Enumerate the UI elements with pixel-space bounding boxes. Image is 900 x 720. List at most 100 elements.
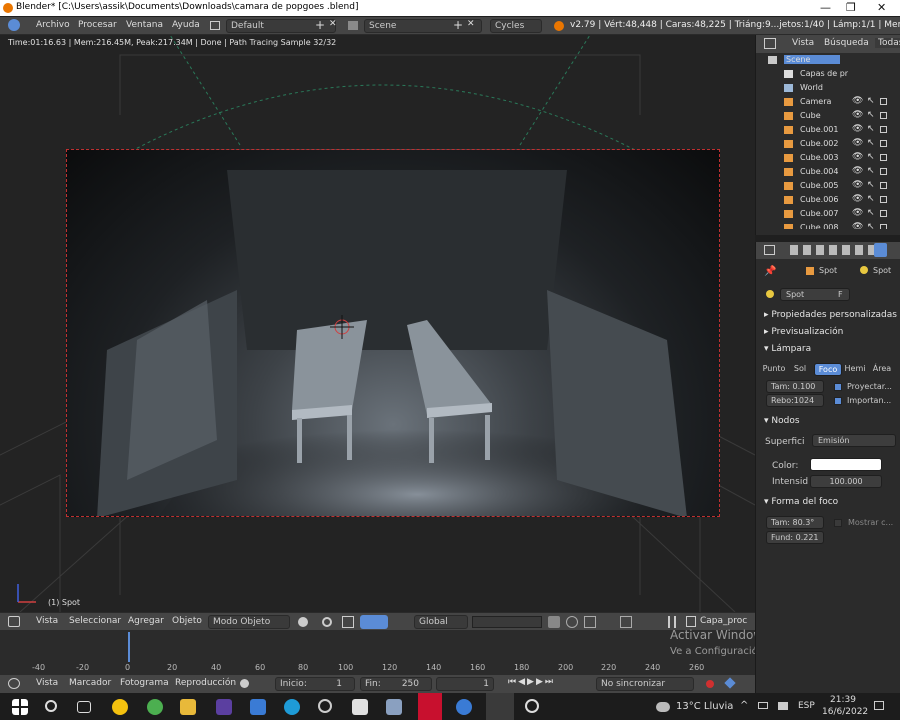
add-screen-button[interactable]: + — [315, 18, 325, 32]
interaction-mode-select[interactable]: Modo Objeto — [208, 615, 290, 629]
menu-agregar[interactable]: Agregar — [128, 616, 164, 626]
render-camera-icon[interactable] — [880, 112, 887, 119]
windows-start-icon[interactable] — [12, 699, 28, 715]
surface-shader-select[interactable]: Emisión — [812, 434, 896, 447]
lamp-data-tab[interactable] — [874, 243, 887, 257]
menu-objeto[interactable]: Objeto — [172, 616, 202, 626]
fake-user-toggle[interactable]: F — [838, 290, 843, 299]
visibility-eye-icon[interactable]: 👁 — [852, 222, 863, 229]
selectability-cursor-icon[interactable]: ↖ — [867, 110, 875, 120]
language-indicator[interactable]: ESP — [798, 701, 815, 711]
selectability-cursor-icon[interactable]: ↖ — [867, 166, 875, 176]
layers-grid[interactable] — [472, 616, 542, 628]
render-camera-icon[interactable] — [880, 98, 887, 105]
info-editor-icon[interactable] — [8, 19, 20, 31]
scene-field[interactable]: Scene — [364, 19, 482, 33]
chrome-icon[interactable] — [112, 699, 128, 715]
menu-procesar[interactable]: Procesar — [78, 20, 117, 30]
notifications-icon[interactable] — [874, 701, 884, 710]
outliner-item[interactable]: Capas de pr — [756, 67, 900, 81]
menu-vista-3d[interactable]: Vista — [36, 616, 58, 626]
menu-ventana[interactable]: Ventana — [126, 20, 163, 30]
selectability-cursor-icon[interactable]: ↖ — [867, 222, 875, 229]
outliner-item[interactable]: Cube.003 👁 ↖ — [756, 151, 900, 165]
selectability-cursor-icon[interactable]: ↖ — [867, 208, 875, 218]
emission-color-swatch[interactable] — [810, 458, 882, 471]
opengl-render-icon[interactable] — [620, 616, 632, 628]
transform-orientation-select[interactable]: Global — [414, 615, 468, 629]
clock-date[interactable]: 16/6/2022 — [822, 707, 868, 717]
timeline-editor-icon[interactable] — [8, 678, 20, 689]
sync-mode-select[interactable]: No sincronizar — [596, 677, 694, 691]
transform-manipulators-toggle[interactable] — [360, 615, 388, 629]
remove-scene-button[interactable]: ✕ — [467, 19, 475, 29]
menu-fotograma[interactable]: Fotograma — [120, 678, 169, 688]
outliner-tab-busqueda[interactable]: Búsqueda — [824, 38, 869, 48]
close-window-button[interactable]: ✕ — [877, 1, 886, 14]
panel-custom-properties[interactable]: ▸ Propiedades personalizadas — [764, 310, 897, 320]
visibility-eye-icon[interactable]: 👁 — [852, 194, 863, 204]
frame-end-field[interactable]: Fin: 250 — [360, 677, 432, 691]
visibility-eye-icon[interactable]: 👁 — [852, 208, 863, 218]
render-camera-icon[interactable] — [880, 182, 887, 189]
weather-text[interactable]: 13°C Lluvia — [676, 701, 733, 712]
outliner-item[interactable]: Cube.005 👁 ↖ — [756, 179, 900, 193]
frame-start-field[interactable]: Inicio: 1 — [275, 677, 355, 691]
panel-nodes[interactable]: ▾ Nodos — [764, 416, 800, 426]
visibility-eye-icon[interactable]: 👁 — [852, 152, 863, 162]
context-tab-icons[interactable] — [790, 245, 880, 255]
outliner-item[interactable]: Scene — [756, 53, 900, 67]
selectability-cursor-icon[interactable]: ↖ — [867, 124, 875, 134]
mail-icon[interactable] — [250, 699, 266, 715]
steam-icon[interactable] — [318, 699, 332, 713]
messenger-icon[interactable] — [456, 699, 472, 715]
viewport-shading-icon[interactable] — [298, 617, 308, 627]
proportional-edit-icon[interactable] — [566, 616, 578, 628]
visibility-eye-icon[interactable]: 👁 — [852, 96, 863, 106]
visibility-eye-icon[interactable]: 👁 — [852, 138, 863, 148]
menu-archivo[interactable]: Archivo — [36, 20, 70, 30]
screen-layout-icon[interactable] — [210, 21, 220, 30]
panel-lamp[interactable]: ▾ Lámpara — [764, 344, 811, 354]
3d-viewport[interactable]: Time:01:16.63 | Mem:216.45M, Peak:217.34… — [0, 35, 755, 612]
menu-vista-timeline[interactable]: Vista — [36, 678, 58, 688]
selectability-cursor-icon[interactable]: ↖ — [867, 194, 875, 204]
keying-set-icon[interactable] — [724, 677, 736, 689]
outliner-display-select[interactable]: Todas — [875, 38, 900, 48]
lamp-type-foco[interactable]: Foco — [814, 363, 842, 376]
maximize-button[interactable]: ❐ — [846, 1, 856, 14]
edge-icon[interactable] — [284, 699, 300, 715]
spot-blend-field[interactable]: Fund: 0.221 — [766, 531, 824, 544]
visibility-eye-icon[interactable]: 👁 — [852, 110, 863, 120]
panel-preview[interactable]: ▸ Previsualización — [764, 327, 843, 337]
network-icon[interactable] — [758, 702, 768, 709]
render-camera-icon[interactable] — [880, 154, 887, 161]
render-camera-icon[interactable] — [880, 126, 887, 133]
render-camera-icon[interactable] — [880, 168, 887, 175]
menu-seleccionar[interactable]: Seleccionar — [69, 616, 121, 626]
lamp-type-punto[interactable]: Punto — [760, 363, 788, 376]
render-camera-icon[interactable] — [880, 210, 887, 217]
editor-type-icon[interactable] — [8, 616, 20, 627]
pause-render-icon[interactable] — [668, 616, 676, 628]
store-icon[interactable] — [352, 699, 368, 715]
outliner-tab-vista[interactable]: Vista — [792, 38, 814, 48]
snap-icon[interactable] — [584, 616, 596, 628]
playback-controls[interactable]: ⏮◀▶▶⏭ — [508, 677, 555, 687]
document-app-icon[interactable] — [386, 699, 402, 715]
menu-ayuda[interactable]: Ayuda — [172, 20, 200, 30]
menu-reproduccion[interactable]: Reproducción — [175, 678, 236, 688]
settings-icon[interactable] — [525, 699, 539, 713]
visibility-eye-icon[interactable]: 👁 — [852, 166, 863, 176]
add-scene-button[interactable]: + — [453, 18, 463, 32]
remove-screen-button[interactable]: ✕ — [329, 19, 337, 29]
timeline-playhead[interactable] — [128, 632, 130, 662]
opera-icon[interactable] — [418, 693, 442, 720]
tray-chevron-icon[interactable]: ^ — [740, 700, 748, 711]
selectability-cursor-icon[interactable]: ↖ — [867, 152, 875, 162]
outliner-item[interactable]: World — [756, 81, 900, 95]
outliner-item[interactable]: Cube.008 👁 ↖ — [756, 221, 900, 229]
scene-icon[interactable] — [348, 21, 358, 30]
volume-icon[interactable] — [778, 702, 788, 710]
current-frame-field[interactable]: 1 — [436, 677, 494, 691]
